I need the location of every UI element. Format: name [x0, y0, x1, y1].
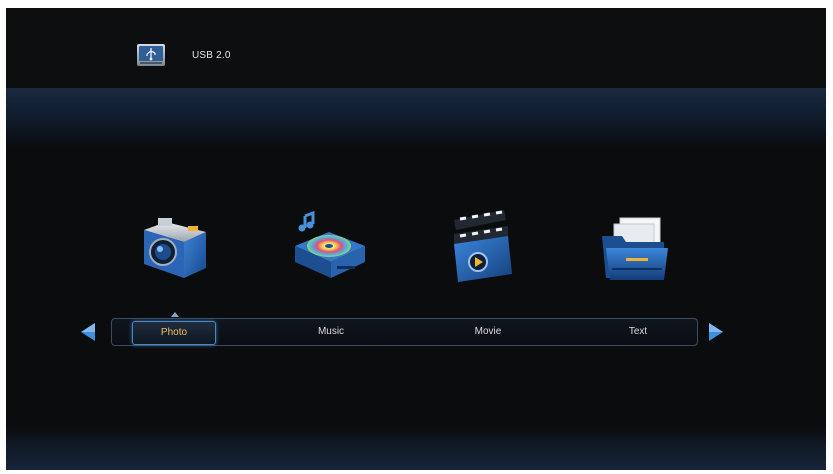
music-disc-icon[interactable] [291, 206, 367, 286]
selection-pointer-icon [171, 312, 179, 317]
folder-documents-icon[interactable] [598, 206, 674, 286]
header-bar: USB 2.0 [6, 8, 826, 88]
menu-item-photo[interactable]: Photo [132, 321, 216, 345]
top-decorative-band [6, 88, 826, 148]
menu-item-text[interactable]: Text [597, 319, 679, 345]
right-arrow-icon[interactable] [707, 322, 725, 342]
menu-item-music[interactable]: Music [290, 319, 372, 345]
tv-screen: USB 2.0 Photo Music Movie Text [6, 8, 826, 470]
usb-drive-icon [137, 44, 165, 66]
menu-item-movie[interactable]: Movie [447, 319, 529, 345]
media-menu-bar: Photo Music Movie Text [111, 318, 698, 346]
usb-device-label: USB 2.0 [192, 50, 231, 61]
camera-icon[interactable] [136, 206, 212, 286]
left-arrow-icon[interactable] [79, 322, 97, 342]
bottom-decorative-band [6, 426, 826, 470]
clapperboard-icon[interactable] [446, 206, 522, 286]
